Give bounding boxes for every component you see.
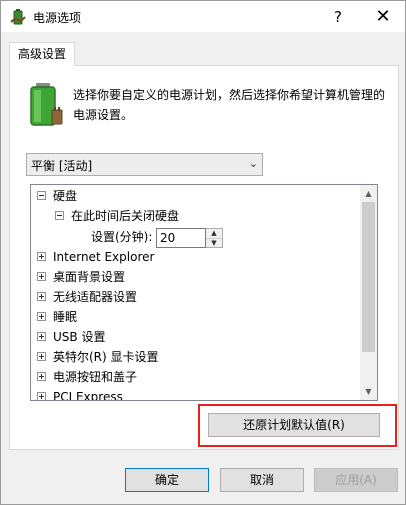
tree-item-usb-settings[interactable]: USB 设置 — [37, 327, 105, 347]
expand-icon[interactable] — [37, 292, 46, 301]
minutes-stepper[interactable]: ▲ ▼ — [156, 228, 223, 248]
minutes-input[interactable] — [156, 228, 206, 248]
apply-button[interactable]: 应用(A) — [314, 468, 398, 492]
tree-item-desktop-background[interactable]: 桌面背景设置 — [37, 267, 125, 287]
tree-item-label: 英特尔(R) 显卡设置 — [53, 350, 159, 364]
description-text: 选择你要自定义的电源计划，然后选择你希望计算机管理的电源设置。 — [73, 88, 386, 122]
collapse-icon[interactable] — [37, 191, 46, 200]
scrollbar-thumb[interactable] — [362, 202, 375, 352]
tree-item-turn-off-hard-disk[interactable]: 在此时间后关闭硬盘 — [55, 206, 179, 226]
collapse-icon[interactable] — [55, 211, 64, 220]
tree-item-internet-explorer[interactable]: Internet Explorer — [37, 247, 154, 267]
expand-icon[interactable] — [37, 272, 46, 281]
tree-item-label: 电源按钮和盖子 — [53, 370, 138, 384]
power-plan-value: 平衡 [活动] — [31, 159, 93, 173]
vertical-scrollbar[interactable]: ▲ ▼ — [360, 185, 377, 400]
expand-icon[interactable] — [37, 312, 46, 321]
tree-item-pci-express[interactable]: PCI Express — [37, 387, 123, 401]
power-options-dialog: 电源选项 ? ✕ 高级设置 选择你要自定义的电源计划，然后选择你希望计算机管理的… — [0, 0, 406, 505]
expand-icon[interactable] — [37, 332, 46, 341]
tree-item-label: 睡眠 — [53, 310, 78, 324]
tree-item-label: USB 设置 — [53, 330, 106, 344]
chevron-down-icon: ⌄ — [248, 157, 258, 170]
highlight-annotation — [198, 404, 397, 447]
stepper-down-icon[interactable]: ▼ — [206, 238, 222, 247]
tab-advanced-settings[interactable]: 高级设置 — [9, 42, 75, 66]
tree-item-label: 硬盘 — [53, 189, 78, 203]
setting-minutes-label: 设置(分钟): — [91, 230, 153, 244]
battery-plan-icon — [30, 83, 63, 126]
ok-button[interactable]: 确定 — [125, 468, 209, 492]
help-button[interactable]: ? — [323, 4, 353, 30]
tree-item-wireless-adapter[interactable]: 无线适配器设置 — [37, 287, 137, 307]
expand-icon[interactable] — [37, 392, 46, 400]
stepper-buttons: ▲ ▼ — [206, 228, 223, 248]
tree-item-label: 桌面背景设置 — [53, 270, 126, 284]
close-button[interactable]: ✕ — [363, 4, 403, 30]
window-title: 电源选项 — [33, 11, 82, 25]
tree-item-hard-disk[interactable]: 硬盘 — [37, 186, 77, 206]
scroll-down-icon[interactable]: ▼ — [360, 383, 377, 400]
scroll-up-icon[interactable]: ▲ — [360, 185, 377, 202]
settings-tree[interactable]: 硬盘 在此时间后关闭硬盘 设置(分钟): Internet Explorer 桌… — [30, 184, 378, 401]
power-options-icon — [10, 9, 26, 25]
cancel-button[interactable]: 取消 — [220, 468, 304, 492]
tree-item-intel-graphics[interactable]: 英特尔(R) 显卡设置 — [37, 347, 159, 367]
title-bar[interactable]: 电源选项 ? ✕ — [1, 1, 405, 32]
tree-item-label: Internet Explorer — [53, 250, 155, 264]
expand-icon[interactable] — [37, 352, 46, 361]
expand-icon[interactable] — [37, 252, 46, 261]
tree-item-power-buttons-lid[interactable]: 电源按钮和盖子 — [37, 367, 137, 387]
tree-item-label: 在此时间后关闭硬盘 — [71, 209, 180, 223]
tree-item-sleep[interactable]: 睡眠 — [37, 307, 77, 327]
stepper-up-icon[interactable]: ▲ — [206, 229, 222, 238]
expand-icon[interactable] — [37, 372, 46, 381]
tree-item-label: PCI Express — [53, 390, 123, 401]
power-plan-dropdown[interactable]: 平衡 [活动] ⌄ — [26, 153, 263, 176]
tree-item-label: 无线适配器设置 — [53, 290, 138, 304]
